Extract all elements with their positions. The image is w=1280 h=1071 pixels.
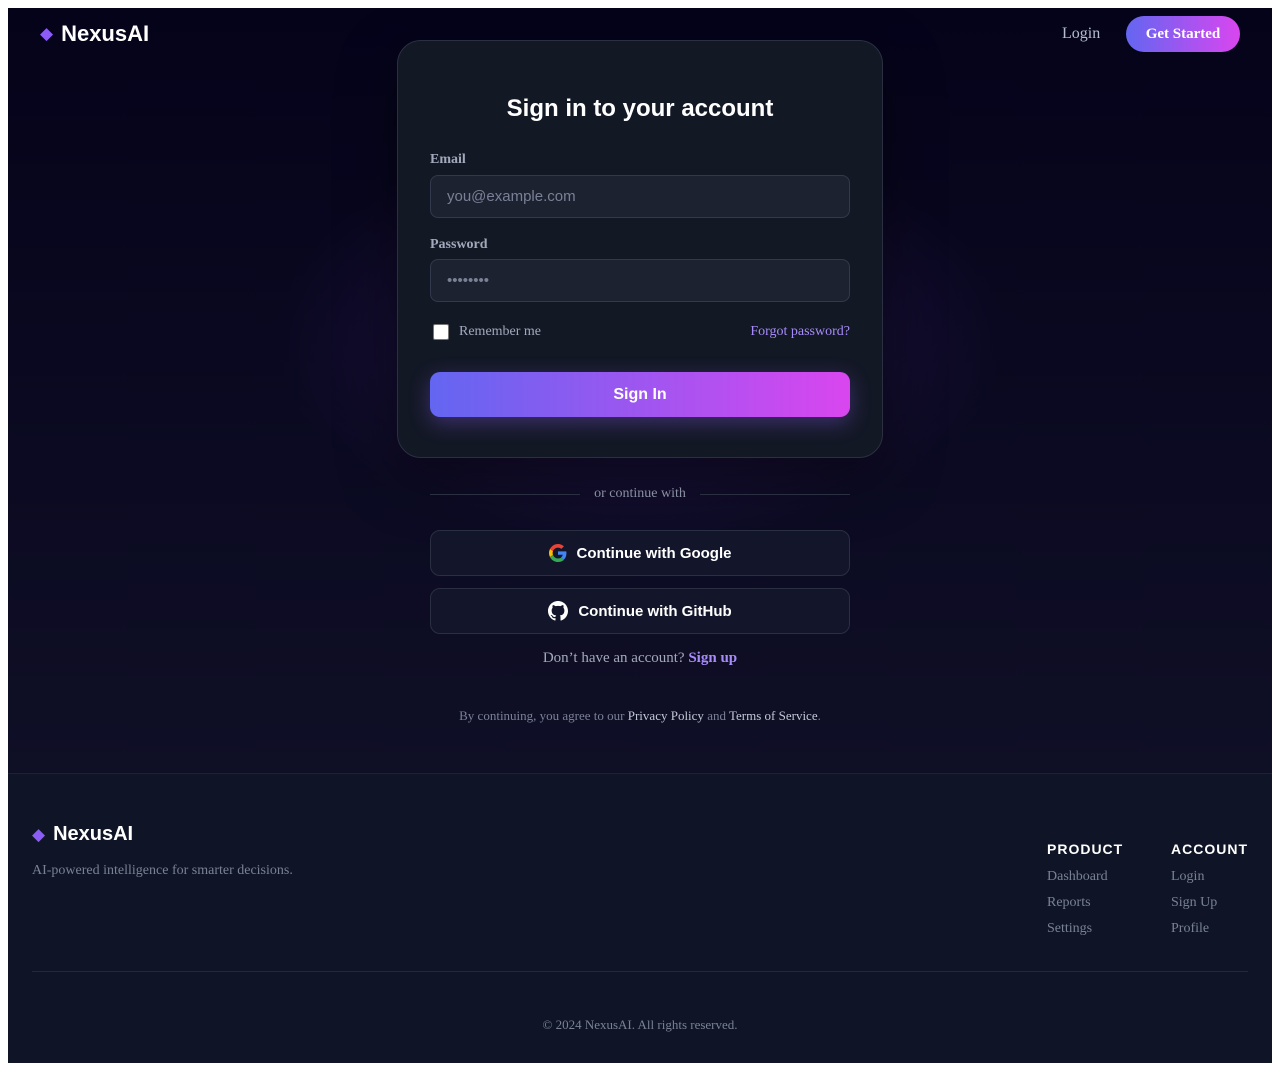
page: ◆ NexusAI Login Get Started Sign in to y… xyxy=(8,8,1272,1063)
footer-link-dashboard[interactable]: Dashboard xyxy=(1047,869,1123,885)
forgot-password-link[interactable]: Forgot password? xyxy=(750,324,850,340)
footer-column-title: ACCOUNT xyxy=(1171,841,1248,857)
footer-divider xyxy=(32,971,1248,972)
footer-link-reports[interactable]: Reports xyxy=(1047,895,1123,911)
github-icon xyxy=(548,601,569,621)
footer-logo[interactable]: ◆ NexusAI xyxy=(32,823,133,846)
signup-prompt: Don’t have an account? Sign up xyxy=(8,650,1272,667)
footer-brand-name: NexusAI xyxy=(53,823,134,845)
google-icon xyxy=(548,544,567,562)
remember-checkbox[interactable] xyxy=(433,324,449,340)
google-button-label: Continue with Google xyxy=(576,544,732,562)
copyright: © 2024 NexusAI. All rights reserved. xyxy=(542,1017,738,1032)
signin-card: Sign in to your account Email Password R… xyxy=(397,40,883,458)
footer: ◆ NexusAI AI-powered intelligence for sm… xyxy=(8,774,1272,1063)
footer-link-profile[interactable]: Profile xyxy=(1171,921,1248,937)
card-title: Sign in to your account xyxy=(506,95,774,122)
divider-line-right xyxy=(700,494,850,495)
footer-link-signup[interactable]: Sign Up xyxy=(1171,895,1248,911)
hero-section: ◆ NexusAI Login Get Started Sign in to y… xyxy=(8,8,1272,774)
github-button-label: Continue with GitHub xyxy=(578,602,732,620)
footer-link-settings[interactable]: Settings xyxy=(1047,921,1123,937)
email-input[interactable] xyxy=(430,175,850,218)
nav-login-link[interactable]: Login xyxy=(1062,25,1100,43)
remember-me: Remember me xyxy=(433,324,541,340)
terms-and: and xyxy=(707,708,726,723)
terms-of-service-link[interactable]: Terms of Service xyxy=(729,708,818,723)
terms-prefix: By continuing, you agree to our xyxy=(459,708,625,723)
terms-suffix: . xyxy=(817,708,821,723)
github-button[interactable]: Continue with GitHub xyxy=(430,588,850,634)
footer-column-account: ACCOUNT Login Sign Up Profile xyxy=(1171,841,1248,947)
remember-label: Remember me xyxy=(459,324,542,339)
brand-name: NexusAI xyxy=(61,21,150,46)
footer-column-product: PRODUCT Dashboard Reports Settings xyxy=(1047,841,1123,947)
footer-tagline: AI-powered intelligence for smarter deci… xyxy=(32,863,293,878)
diamond-icon: ◆ xyxy=(32,824,46,845)
signup-prompt-text: Don’t have an account? xyxy=(542,650,685,666)
footer-column-title: PRODUCT xyxy=(1047,841,1124,857)
header-logo[interactable]: ◆ NexusAI xyxy=(40,21,149,47)
password-input[interactable] xyxy=(430,259,850,302)
signup-link[interactable]: Sign up xyxy=(688,650,737,666)
get-started-button[interactable]: Get Started xyxy=(1126,16,1240,52)
divider: or continue with xyxy=(430,486,850,502)
sign-in-button[interactable]: Sign In xyxy=(430,372,850,417)
google-button[interactable]: Continue with Google xyxy=(430,530,850,576)
footer-link-login[interactable]: Login xyxy=(1171,869,1248,885)
diamond-icon: ◆ xyxy=(40,24,54,44)
email-label: Email xyxy=(430,152,466,167)
terms-notice: By continuing, you agree to our Privacy … xyxy=(8,708,1272,724)
password-label: Password xyxy=(430,237,488,252)
privacy-policy-link[interactable]: Privacy Policy xyxy=(628,708,704,723)
